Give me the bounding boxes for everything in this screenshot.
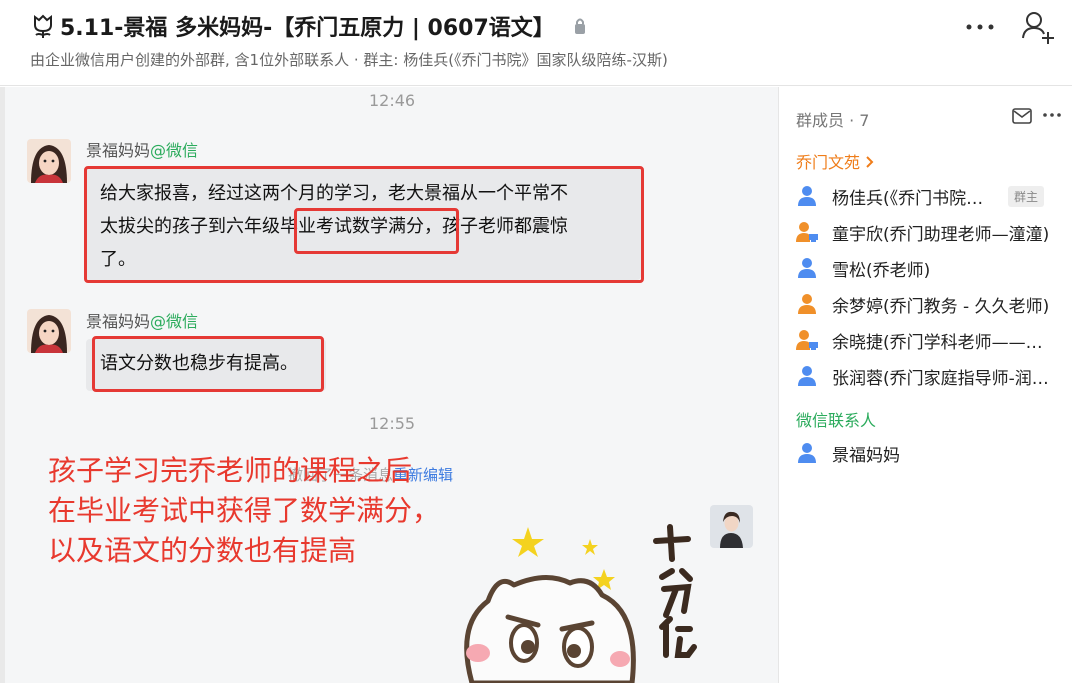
title-row: 5.11-景福 多米妈妈-【乔门五原力 | 0607语文】	[30, 10, 587, 42]
sticker-image[interactable]	[450, 515, 750, 683]
add-member-icon[interactable]	[1020, 10, 1056, 44]
sidebar-more-icon[interactable]	[1041, 105, 1063, 125]
orange-person-computer-icon	[796, 222, 818, 242]
member-count: 群成员 · 7	[796, 111, 870, 130]
member-item[interactable]: 余梦婷(乔门教务 - 久久老师)	[796, 290, 1066, 318]
orange-person-icon	[798, 294, 816, 314]
more-icon[interactable]	[963, 14, 997, 40]
sender-source: @微信	[150, 312, 199, 331]
chat-header: 5.11-景福 多米妈妈-【乔门五原力 | 0607语文】 由企业微信用户创建的…	[0, 0, 1072, 86]
sticker-caption	[653, 524, 697, 658]
message-bubble[interactable]: 语文分数也稳步有提高。	[86, 339, 326, 391]
annotation-line: 孩子学习完乔老师的课程之后	[48, 454, 413, 487]
sender-name: 景福妈妈@微信	[86, 137, 198, 161]
member-sidebar: 群成员 · 7 乔门文苑 杨佳兵(《乔门书院》国家队级陪练-汉斯) 群主 童宇欣…	[778, 87, 1072, 683]
message-line: 了。	[100, 249, 136, 270]
message-line: 语文分数也稳步有提高。	[100, 353, 298, 374]
timestamp: 12:55	[369, 414, 416, 433]
sender-nickname: 景福妈妈	[86, 141, 151, 160]
member-item[interactable]: 景福妈妈	[796, 439, 1066, 467]
member-name: 余梦婷(乔门教务 - 久久老师)	[832, 296, 1050, 317]
member-name: 雪松(乔老师)	[832, 260, 931, 281]
timestamp: 12:46	[369, 91, 416, 110]
blue-person-icon	[798, 258, 816, 278]
section-qiao[interactable]: 乔门文苑	[796, 149, 875, 173]
member-name: 余晓捷(乔门学科老师——小捷)	[832, 332, 1054, 353]
annotation-line: 在毕业考试中获得了数学满分，	[48, 494, 441, 527]
chat-title: 5.11-景福 多米妈妈-【乔门五原力 | 0607语文】	[60, 16, 555, 41]
member-name: 景福妈妈	[832, 445, 900, 466]
member-item[interactable]: 杨佳兵(《乔门书院》国家队级陪练-汉斯) 群主	[796, 182, 1066, 210]
tulip-icon	[34, 14, 52, 38]
message-line: 太拔尖的孩子到六年级毕业考试数学满分，孩子老师都震惊	[100, 216, 568, 237]
avatar[interactable]	[27, 309, 71, 353]
member-item[interactable]: 张润蓉(乔门家庭指导师-润蓉)	[796, 362, 1066, 390]
owner-badge: 群主	[1008, 185, 1045, 207]
member-item[interactable]: 余晓捷(乔门学科老师——小捷)	[796, 326, 1066, 354]
member-item[interactable]: 童宇欣(乔门助理老师—潼潼)	[796, 218, 1066, 246]
chat-gutter	[0, 87, 5, 683]
member-item[interactable]: 雪松(乔老师)	[796, 254, 1066, 282]
member-name: 杨佳兵(《乔门书院》国家队级陪练-汉斯)	[832, 188, 996, 209]
lock-icon	[574, 18, 585, 34]
message-line: 给大家报喜，经过这两个月的学习，老大景福从一个平常不	[100, 183, 568, 204]
section-qiao-label: 乔门文苑	[796, 153, 861, 172]
blue-person-icon	[798, 443, 816, 463]
mail-icon[interactable]	[1012, 107, 1032, 125]
member-name: 童宇欣(乔门助理老师—潼潼)	[832, 224, 1050, 245]
blue-person-icon	[798, 186, 816, 206]
sender-source: @微信	[150, 141, 199, 160]
member-name: 张润蓉(乔门家庭指导师-润蓉)	[832, 368, 1054, 389]
section-wechat: 微信联系人	[796, 411, 877, 430]
chevron-right-icon	[866, 156, 874, 168]
chat-subtitle: 由企业微信用户创建的外部群, 含1位外部联系人 · 群主: 杨佳兵(《乔门书院》…	[30, 51, 668, 69]
avatar[interactable]	[27, 139, 71, 183]
sender-name: 景福妈妈@微信	[86, 308, 198, 332]
blue-person-icon	[798, 366, 816, 386]
orange-person-computer-icon	[796, 330, 818, 350]
annotation-line: 以及语文的分数也有提高	[48, 534, 357, 567]
annotation-text: 孩子学习完乔老师的课程之后 在毕业考试中获得了数学满分， 以及语文的分数也有提高	[48, 451, 440, 571]
chat-area[interactable]: 12:46 景福妈妈@微信 给大家报喜，经过这两个月的学习，老大景福从一个平常不…	[0, 87, 778, 683]
sender-nickname: 景福妈妈	[86, 312, 151, 331]
message-bubble[interactable]: 给大家报喜，经过这两个月的学习，老大景福从一个平常不 太拔尖的孩子到六年级毕业考…	[86, 167, 641, 280]
